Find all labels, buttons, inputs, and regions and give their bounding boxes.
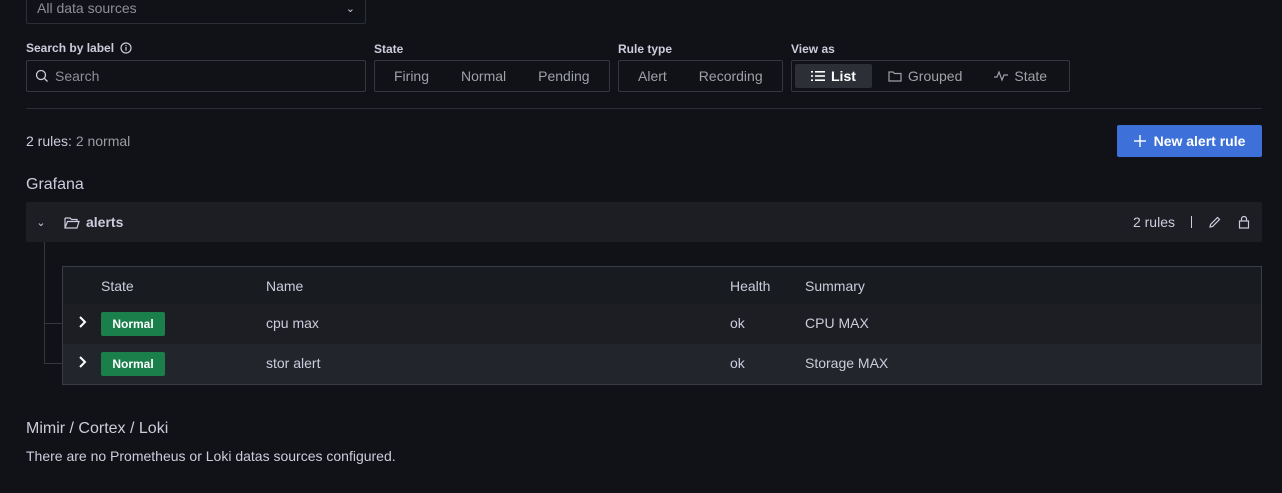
rule-summary: Storage MAX xyxy=(805,355,889,371)
state-filter-label: State xyxy=(374,42,404,56)
filters-divider xyxy=(26,108,1262,109)
search-label-heading: Search by label xyxy=(26,41,132,55)
lock-icon[interactable] xyxy=(1238,215,1250,229)
new-alert-rule-label: New alert rule xyxy=(1153,133,1246,149)
search-label-text: Search by label xyxy=(26,41,115,55)
rule-summary: CPU MAX xyxy=(805,315,869,331)
info-icon[interactable] xyxy=(120,42,132,54)
list-icon xyxy=(811,71,825,81)
rules-summary-detail: 2 normal xyxy=(75,133,131,149)
view-as-label: View as xyxy=(791,42,835,56)
plus-icon xyxy=(1133,135,1146,147)
chevron-right-icon[interactable] xyxy=(77,315,89,329)
view-option-grouped[interactable]: Grouped xyxy=(872,64,978,88)
tree-branch xyxy=(44,323,62,324)
state-option-normal[interactable]: Normal xyxy=(445,64,522,88)
datasource-select-value: All data sources xyxy=(37,0,137,16)
folder-group-header[interactable]: ⌄ alerts 2 rules xyxy=(26,202,1262,242)
view-option-state-label: State xyxy=(1014,68,1048,84)
column-header-name: Name xyxy=(266,278,304,294)
tree-line xyxy=(44,242,45,364)
search-input[interactable]: Search xyxy=(26,60,366,92)
separator xyxy=(1191,216,1192,228)
chevron-down-icon[interactable]: ⌄ xyxy=(26,216,56,229)
rules-summary: 2 rules: 2 normal xyxy=(26,133,130,149)
view-option-state[interactable]: State xyxy=(978,64,1063,88)
rule-type-filter-label: Rule type xyxy=(618,42,673,56)
status-badge: Normal xyxy=(101,312,165,336)
folder-rule-count: 2 rules xyxy=(1132,214,1175,230)
heartbeat-icon xyxy=(994,70,1009,82)
edit-icon[interactable] xyxy=(1208,215,1222,229)
rules-summary-prefix: 2 rules: xyxy=(26,133,72,149)
column-header-health: Health xyxy=(730,278,771,294)
column-header-state: State xyxy=(101,278,134,294)
chevron-down-icon: ⌄ xyxy=(345,2,355,15)
empty-state-message: There are no Prometheus or Loki datas so… xyxy=(26,448,396,464)
folder-icon xyxy=(888,71,902,82)
view-option-grouped-label: Grouped xyxy=(907,68,963,84)
search-placeholder: Search xyxy=(55,68,100,84)
view-option-list[interactable]: List xyxy=(795,64,872,88)
rule-health: ok xyxy=(730,315,745,331)
rules-table: State Name Health Summary Normal cpu max… xyxy=(62,266,1262,385)
rule-health: ok xyxy=(730,355,745,371)
tree-branch xyxy=(44,363,62,364)
folder-name: alerts xyxy=(86,214,124,230)
state-filter-group: Firing Normal Pending xyxy=(374,60,610,92)
grafana-section-title: Grafana xyxy=(26,176,84,193)
rule-name: cpu max xyxy=(266,315,319,331)
view-as-group: List Grouped State xyxy=(791,60,1070,92)
view-option-list-label: List xyxy=(831,68,856,84)
folder-open-icon xyxy=(64,216,80,229)
mimir-section-title: Mimir / Cortex / Loki xyxy=(26,420,169,437)
rule-type-filter-group: Alert Recording xyxy=(618,60,783,92)
new-alert-rule-button[interactable]: New alert rule xyxy=(1117,125,1262,157)
search-icon xyxy=(35,69,48,82)
rule-type-option-recording[interactable]: Recording xyxy=(683,64,779,88)
rule-name: stor alert xyxy=(266,355,321,371)
rule-type-option-alert[interactable]: Alert xyxy=(622,64,683,88)
table-row[interactable]: Normal cpu max ok CPU MAX xyxy=(63,304,1261,344)
chevron-right-icon[interactable] xyxy=(77,355,89,369)
table-row[interactable]: Normal stor alert ok Storage MAX xyxy=(63,344,1261,384)
state-option-pending[interactable]: Pending xyxy=(522,64,605,88)
status-badge: Normal xyxy=(101,352,165,376)
column-header-summary: Summary xyxy=(805,278,865,294)
state-option-firing[interactable]: Firing xyxy=(378,64,445,88)
datasource-select[interactable]: All data sources ⌄ xyxy=(26,0,366,24)
